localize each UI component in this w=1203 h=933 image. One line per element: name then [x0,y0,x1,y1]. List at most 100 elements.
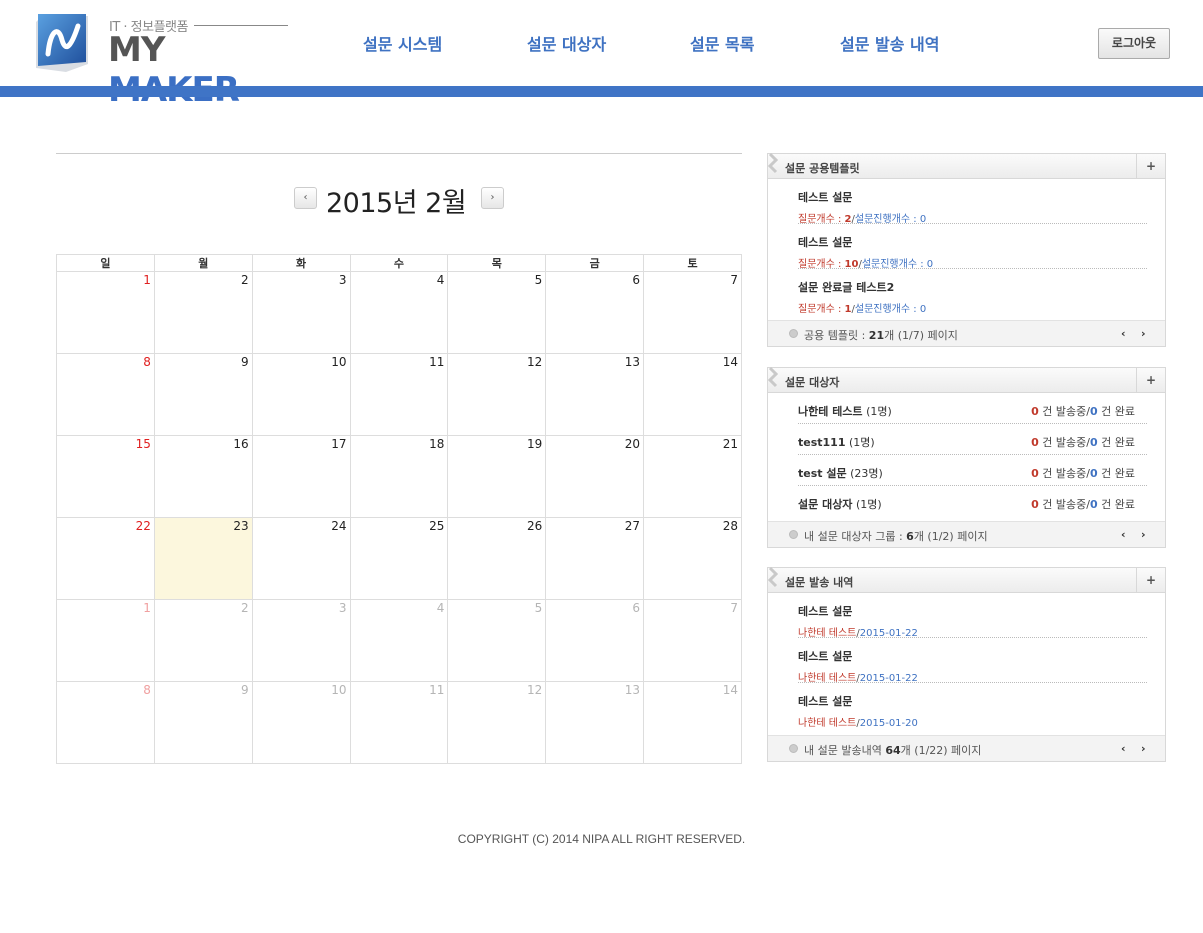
template-meta: 질문개수 : 2/설문진행개수 : 0 [798,214,927,225]
target-name[interactable]: test 설문 (23명) [798,465,883,481]
calendar-day-next-month[interactable]: 4 [349,599,449,682]
weekday-label: 월 [153,254,253,272]
logo-divider [194,25,288,26]
list-item[interactable]: 테스트 설문 나한테 테스트/2015-01-22 [798,638,1147,684]
calendar-day[interactable]: 3 [251,271,351,354]
template-title[interactable]: 설문 완료글 테스트2 [798,279,1147,295]
calendar-day[interactable]: 2 [153,271,253,354]
list-item[interactable]: 테스트 설문 질문개수 : 10/설문진행개수 : 0 [798,224,1147,270]
target-name[interactable]: 설문 대상자 (1명) [798,496,882,512]
calendar-day[interactable]: 4 [349,271,449,354]
calendar-day[interactable]: 14 [643,353,742,436]
prev-page-icon[interactable]: ‹ [1121,327,1126,340]
calendar-day[interactable]: 27 [545,517,645,600]
list-item[interactable]: test111 (1명) 0 건 발송중/0 건 완료 [798,424,1147,455]
calendar-day[interactable]: 12 [447,353,547,436]
calendar-day[interactable]: 1 [56,271,155,354]
calendar-day[interactable]: 13 [545,353,645,436]
calendar-day[interactable]: 16 [153,435,253,518]
calendar-day-next-month[interactable]: 5 [447,599,547,682]
calendar-day[interactable]: 15 [56,435,155,518]
calendar-day-next-month[interactable]: 13 [545,681,645,764]
calendar-day[interactable]: 10 [251,353,351,436]
list-item[interactable]: 설문 대상자 (1명) 0 건 발송중/0 건 완료 [798,486,1147,517]
pagination-info: 내 설문 발송내역 64개 (1/22) 페이지 [804,744,982,757]
targets-panel: 설문 대상자 + 나한테 테스트 (1명) 0 건 발송중/0 건 완료 tes… [767,366,1166,548]
calendar-day[interactable]: 24 [251,517,351,600]
calendar-day[interactable]: 20 [545,435,645,518]
templates-panel: 설문 공용템플릿 + 테스트 설문 질문개수 : 2/설문진행개수 : 0 테스… [767,152,1166,347]
history-title[interactable]: 테스트 설문 [798,603,1147,619]
calendar-day[interactable]: 9 [153,353,253,436]
history-title[interactable]: 테스트 설문 [798,693,1147,709]
prev-page-icon[interactable]: ‹ [1121,742,1126,755]
calendar-day[interactable]: 11 [349,353,449,436]
panel-title: 설문 공용템플릿 [785,162,860,175]
calendar-day[interactable]: 25 [349,517,449,600]
nav-survey-system[interactable]: 설문 시스템 [363,31,442,55]
clip-icon [768,366,778,388]
list-item[interactable]: 테스트 설문 나한테 테스트/2015-01-20 [798,683,1147,729]
nav-survey-targets[interactable]: 설문 대상자 [527,31,606,55]
calendar-day-next-month[interactable]: 3 [251,599,351,682]
more-button[interactable]: + [1136,568,1165,592]
panel-title: 설문 대상자 [785,376,840,389]
target-name[interactable]: 나한테 테스트 (1명) [798,403,892,419]
calendar-day[interactable]: 21 [643,435,742,518]
target-status: 0 건 발송중/0 건 완료 [1031,436,1135,449]
list-item[interactable]: 나한테 테스트 (1명) 0 건 발송중/0 건 완료 [798,393,1147,424]
calendar-day[interactable]: 18 [349,435,449,518]
target-status: 0 건 발송중/0 건 완료 [1031,467,1135,480]
weekday-label: 수 [349,254,449,272]
weekday-label: 목 [447,254,547,272]
logo[interactable]: IT · 정보플랫폼 MY MAKER [36,14,296,110]
logout-button[interactable]: 로그아웃 [1098,28,1170,59]
calendar-day[interactable]: 28 [643,517,742,600]
calendar-day[interactable]: 26 [447,517,547,600]
nav-survey-history[interactable]: 설문 발송 내역 [840,31,939,55]
bullet-icon [789,530,798,539]
target-name[interactable]: test111 (1명) [798,434,875,450]
calendar-day[interactable]: 7 [643,271,742,354]
next-page-icon[interactable]: › [1141,742,1146,755]
calendar-day-next-month[interactable]: 10 [251,681,351,764]
calendar-day[interactable]: 5 [447,271,547,354]
list-item[interactable]: test 설문 (23명) 0 건 발송중/0 건 완료 [798,455,1147,486]
template-list: 테스트 설문 질문개수 : 2/설문진행개수 : 0 테스트 설문 질문개수 :… [768,179,1165,315]
history-panel: 설문 발송 내역 + 테스트 설문 나한테 테스트/2015-01-22 테스트… [767,566,1166,762]
calendar-day-next-month[interactable]: 14 [643,681,742,764]
calendar-day-next-month[interactable]: 2 [153,599,253,682]
calendar-day-next-month[interactable]: 7 [643,599,742,682]
list-item[interactable]: 테스트 설문 질문개수 : 2/설문진행개수 : 0 [798,179,1147,225]
target-status: 0 건 발송중/0 건 완료 [1031,405,1135,418]
calendar-day-next-month[interactable]: 8 [56,681,155,764]
history-title[interactable]: 테스트 설문 [798,648,1147,664]
calendar-day-next-month[interactable]: 11 [349,681,449,764]
template-title[interactable]: 테스트 설문 [798,234,1147,250]
month-title: 2015년 2월 [326,188,467,219]
target-list: 나한테 테스트 (1명) 0 건 발송중/0 건 완료 test111 (1명)… [768,393,1165,517]
calendar-week: 8 9 10 11 12 13 14 [56,681,742,764]
more-button[interactable]: + [1136,368,1165,392]
more-button[interactable]: + [1136,154,1165,178]
calendar-day-next-month[interactable]: 12 [447,681,547,764]
prev-month-button[interactable]: ‹ [294,187,317,209]
calendar-day[interactable]: 17 [251,435,351,518]
next-month-button[interactable]: › [481,187,504,209]
next-page-icon[interactable]: › [1141,528,1146,541]
calendar-day-next-month[interactable]: 1 [56,599,155,682]
calendar-day[interactable]: 6 [545,271,645,354]
calendar-day-today[interactable]: 23 [153,517,253,600]
template-title[interactable]: 테스트 설문 [798,189,1147,205]
calendar-day-next-month[interactable]: 6 [545,599,645,682]
nav-survey-list[interactable]: 설문 목록 [690,31,754,55]
next-page-icon[interactable]: › [1141,327,1146,340]
calendar-day[interactable]: 8 [56,353,155,436]
copyright: COPYRIGHT (C) 2014 NIPA ALL RIGHT RESERV… [457,832,746,846]
calendar-day[interactable]: 19 [447,435,547,518]
list-item[interactable]: 설문 완료글 테스트2 질문개수 : 1/설문진행개수 : 0 [798,269,1147,315]
calendar-day-next-month[interactable]: 9 [153,681,253,764]
list-item[interactable]: 테스트 설문 나한테 테스트/2015-01-22 [798,593,1147,639]
calendar-day[interactable]: 22 [56,517,155,600]
prev-page-icon[interactable]: ‹ [1121,528,1126,541]
